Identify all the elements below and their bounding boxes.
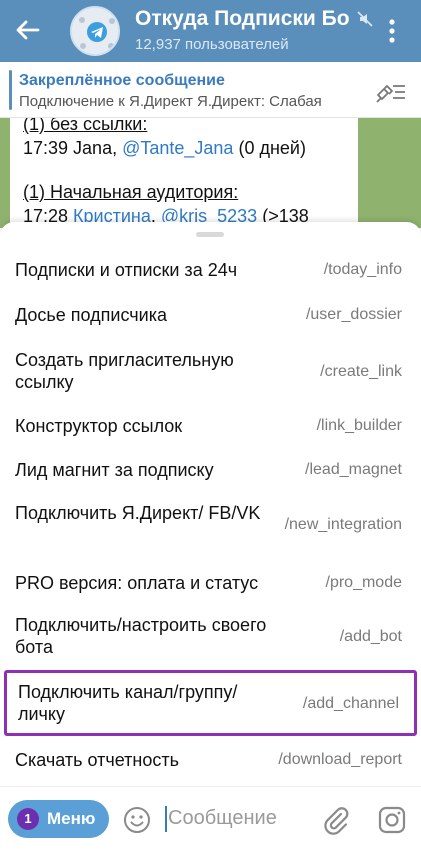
message-time: 17:39 Jana,: [23, 138, 123, 158]
command-code: /lead_magnet: [305, 461, 402, 478]
command-label: Скачать отчетность: [15, 750, 179, 770]
command-item-lead-magnet[interactable]: Лид магнит за подписку /lead_magnet: [0, 452, 421, 488]
command-label: Подключить канал/группу/ личку: [18, 682, 238, 724]
message-line: (1) Начальная аудитория:: [23, 182, 239, 202]
command-item-add-bot[interactable]: Подключить/настроить своего бота /add_bo…: [0, 610, 421, 668]
command-code: /link_builder: [316, 417, 402, 434]
command-item-download-report[interactable]: Скачать отчетность /download_report: [0, 742, 421, 778]
message-text: (0 дней): [233, 138, 306, 158]
message-input[interactable]: Сообщение: [168, 807, 277, 830]
smile-icon[interactable]: [121, 804, 153, 836]
back-arrow-icon[interactable]: [14, 16, 42, 44]
chat-header: Откуда Подписки Бо 12,937 пользователей: [0, 0, 421, 62]
paperclip-icon[interactable]: [320, 804, 352, 836]
menu-badge: 1: [17, 808, 39, 830]
command-item-user-dossier[interactable]: Досье подписчика /user_dossier: [0, 297, 421, 333]
command-code: /user_dossier: [305, 306, 402, 323]
command-item-add-channel[interactable]: Подключить канал/группу/ личку /add_chan…: [4, 670, 417, 736]
command-label: Лид магнит за подписку: [15, 460, 214, 480]
command-label: PRO версия: оплата и статус: [15, 573, 259, 593]
command-label: Подписки и отписки за 24ч: [15, 260, 238, 280]
message-line: 17:39 Jana, @Tante_Jana (0 дней): [23, 136, 306, 160]
message-bubble: (1) без ссылки: 17:39 Jana, @Tante_Jana …: [10, 118, 358, 228]
chat-area: (1) без ссылки: 17:39 Jana, @Tante_Jana …: [0, 118, 421, 228]
mute-icon: [357, 11, 373, 27]
user-link[interactable]: @Tante_Jana: [122, 138, 233, 158]
command-label: Подключить/настроить своего бота: [15, 615, 267, 657]
command-code: /new_integration: [284, 516, 402, 533]
message-input-bar: 1 Меню Сообщение: [0, 786, 421, 850]
chat-member-count: 12,937 пользователей: [135, 36, 289, 53]
chat-avatar[interactable]: [70, 6, 120, 56]
menu-button-label: Меню: [47, 809, 96, 828]
command-item-pro-mode[interactable]: PRO версия: оплата и статус /pro_mode: [0, 565, 421, 601]
command-item-today-info[interactable]: Подписки и отписки за 24ч /today_info: [0, 252, 421, 288]
command-code: /add_channel: [302, 695, 399, 712]
command-code: /download_report: [278, 751, 402, 768]
bot-menu-button[interactable]: 1 Меню: [8, 800, 109, 838]
pinned-text: Подключение к Я.Директ Я.Директ: Слабая: [19, 93, 322, 110]
bot-commands-sheet: Подписки и отписки за 24ч /today_info До…: [0, 222, 421, 786]
command-item-link-builder[interactable]: Конструктор ссылок /link_builder: [0, 408, 421, 444]
command-item-create-link[interactable]: Создать пригласительную ссылку /create_l…: [0, 345, 421, 403]
command-code: /create_link: [320, 363, 402, 380]
telegram-avatar-icon: [72, 8, 118, 54]
drag-handle[interactable]: [196, 232, 224, 237]
pin-list-icon[interactable]: [375, 81, 407, 103]
pinned-indicator: [9, 70, 12, 110]
command-label: Конструктор ссылок: [15, 416, 183, 436]
camera-icon[interactable]: [377, 805, 407, 835]
pinned-message[interactable]: Закреплённое сообщение Подключение к Я.Д…: [0, 62, 421, 118]
command-code: /today_info: [323, 261, 402, 278]
command-label: Подключить Я.Директ/ FB/VK: [15, 503, 261, 523]
command-label: Создать пригласительную ссылку: [15, 350, 234, 392]
chat-title[interactable]: Откуда Подписки Бо: [135, 7, 355, 31]
command-label: Досье подписчика: [15, 305, 167, 325]
command-code: /pro_mode: [325, 574, 403, 591]
kebab-menu-icon[interactable]: [386, 18, 398, 44]
text-cursor: [165, 806, 167, 832]
command-item-new-integration[interactable]: Подключить Я.Директ/ FB/VK /new_integrat…: [0, 498, 421, 556]
message-line: (1) без ссылки:: [23, 118, 148, 134]
command-code: /add_bot: [339, 628, 402, 645]
pinned-title: Закреплённое сообщение: [19, 72, 225, 89]
